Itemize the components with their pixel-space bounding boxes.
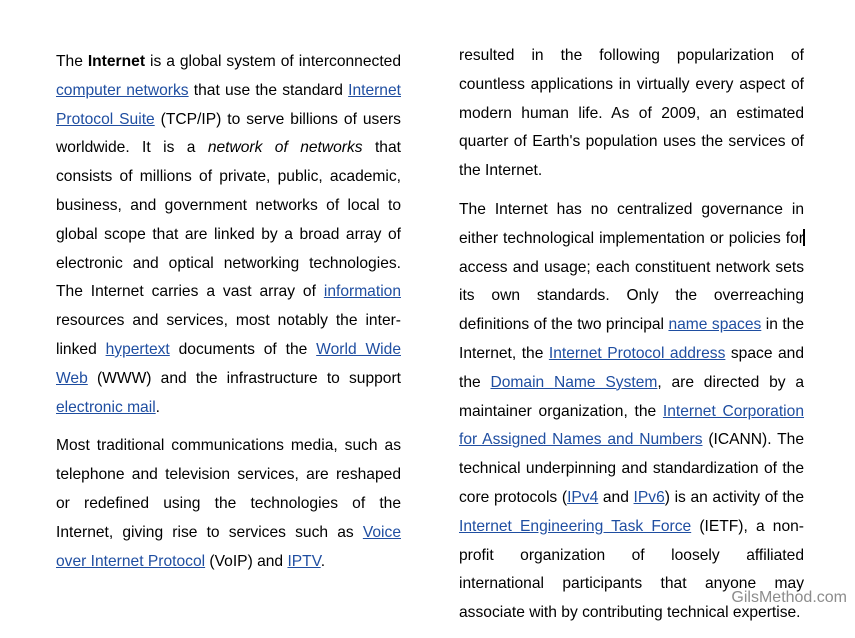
paragraph-traditional-media: Most traditional communications media, s… [56,432,401,576]
link-ipv6[interactable]: IPv6 [634,489,665,506]
text: . [155,398,161,416]
text: Most traditional communications media, s… [56,437,401,541]
text: that use the standard [188,81,349,99]
paragraph-governance: The Internet has no centralized governan… [459,196,805,628]
text: . [320,552,326,570]
bold-term-internet: Internet [87,53,146,70]
link-electronic-mail[interactable]: electronic mail [56,399,156,416]
text: that consists of millions of private, pu… [56,139,401,301]
link-ietf[interactable]: Internet Engineering Task Force [459,518,691,535]
watermark: GilsMethod.com [731,589,847,606]
link-iptv[interactable]: IPTV [287,553,320,570]
text: resulted in the following popularization… [459,47,804,180]
text-cursor [803,228,805,246]
link-domain-name-system[interactable]: Domain Name System [490,374,657,391]
text: is a global system of interconnected [145,53,401,70]
italic-term-network-of-networks: network of networks [207,139,363,157]
paragraph-internet-definition: The Internet is a global system of inter… [56,48,401,422]
text: The Internet has no centralized governan… [459,200,804,247]
link-ipv4[interactable]: IPv4 [567,489,598,506]
text: ) is an activity of the [664,488,805,506]
text: (WWW) and the infrastructure to support [87,369,401,387]
text: (VoIP) and [205,552,288,570]
text: The [56,53,88,70]
right-column: resulted in the following popularization… [459,42,805,638]
left-column: The Internet is a global system of inter… [56,48,401,586]
link-information[interactable]: information [324,283,401,300]
link-computer-networks[interactable]: computer networks [56,82,189,99]
text: and [598,488,634,506]
link-internet-protocol-address[interactable]: Internet Protocol address [549,345,726,362]
link-name-spaces[interactable]: name spaces [668,316,761,333]
text: documents of the [169,340,317,358]
paragraph-popularization: resulted in the following popularization… [459,42,804,186]
link-hypertext[interactable]: hypertext [106,341,170,358]
